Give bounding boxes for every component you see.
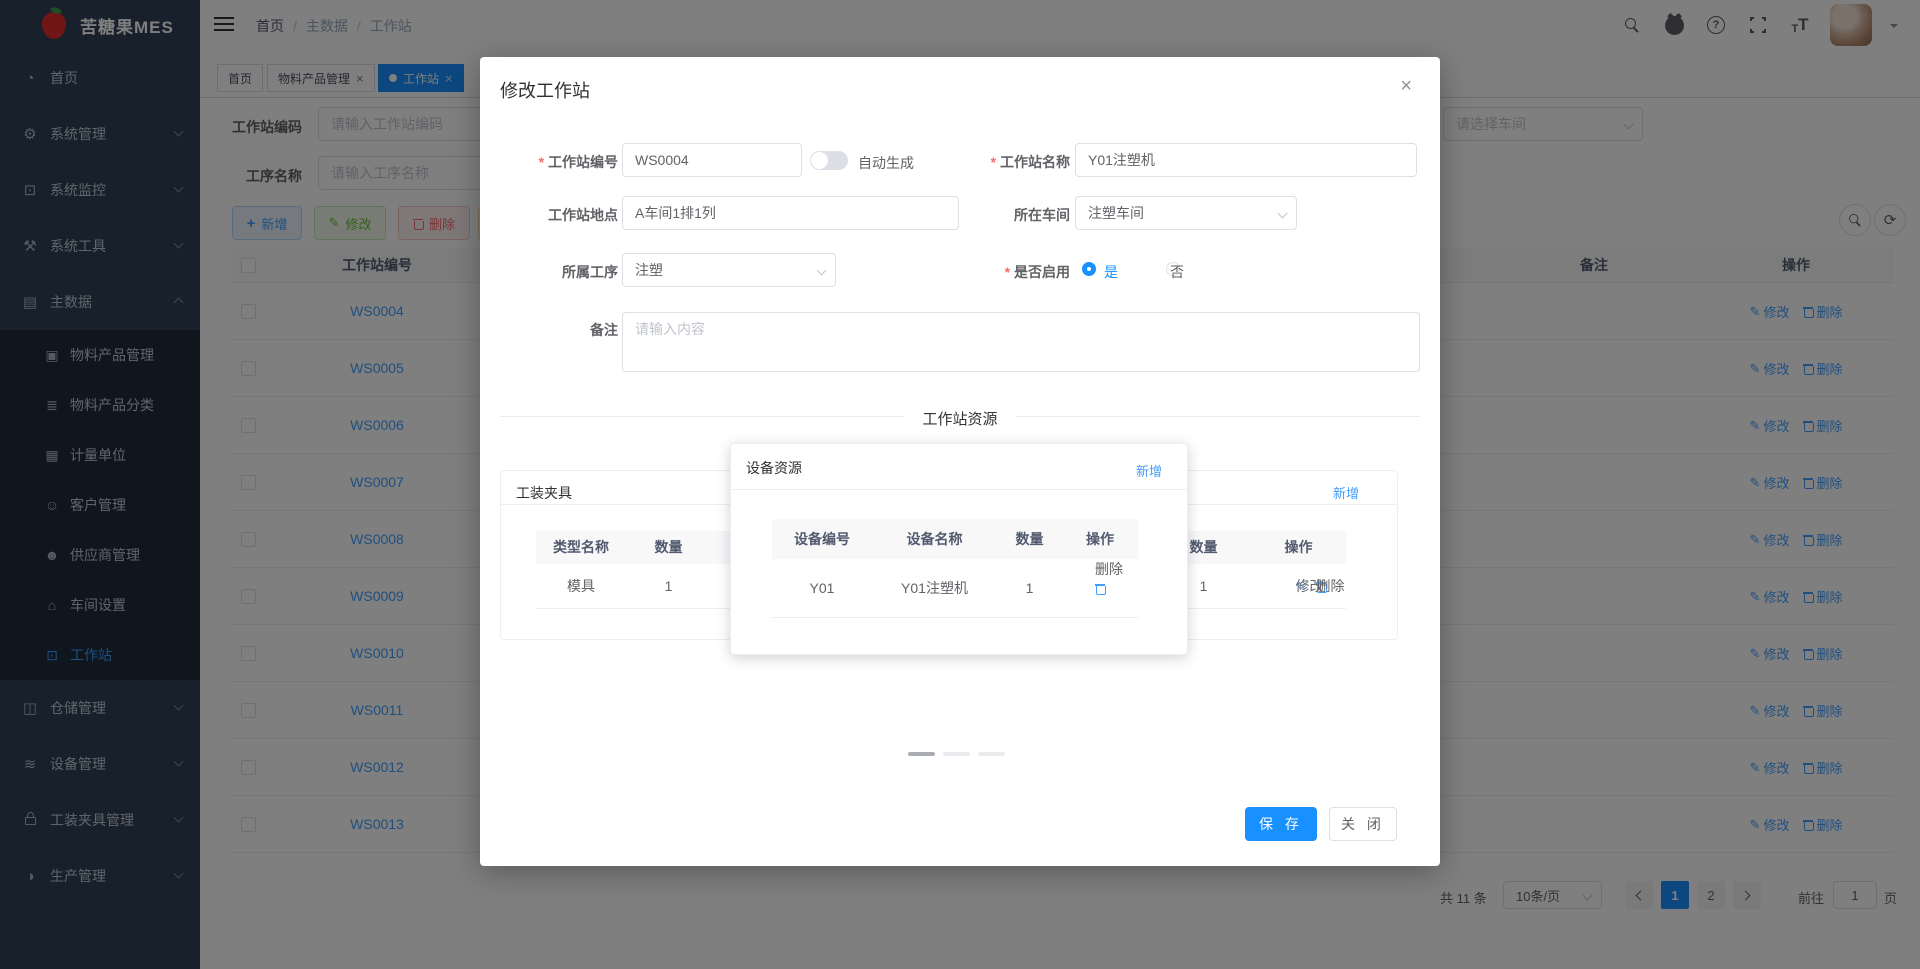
enable-yes-radio[interactable] bbox=[1082, 262, 1096, 276]
device-resource-panel: 设备资源 新增 设备编号 设备名称 数量 操作 Y01 Y01注塑机 1 删除 bbox=[730, 443, 1188, 655]
device-table-row: Y01 Y01注塑机 1 删除 bbox=[772, 559, 1138, 618]
auto-generate-label: 自动生成 bbox=[858, 155, 914, 171]
location-input[interactable] bbox=[622, 196, 959, 230]
close-icon[interactable] bbox=[1400, 75, 1412, 98]
col-device-name: 设备名称 bbox=[906, 531, 963, 547]
device-table-header: 设备编号 设备名称 数量 操作 bbox=[772, 519, 1138, 559]
enable-yes-label[interactable]: 是 bbox=[1104, 262, 1118, 282]
auto-generate-toggle[interactable] bbox=[810, 151, 848, 170]
carousel-indicator[interactable] bbox=[978, 752, 1005, 756]
code-label: 工作站编号 bbox=[500, 152, 618, 172]
device-delete-link[interactable]: 删除 bbox=[1095, 561, 1123, 595]
name-input[interactable] bbox=[1075, 143, 1417, 177]
process-select[interactable]: 注塑 bbox=[622, 253, 836, 287]
trash-icon bbox=[1095, 583, 1106, 595]
divider bbox=[731, 489, 1187, 490]
code-input[interactable] bbox=[622, 143, 802, 177]
save-button[interactable]: 保 存 bbox=[1245, 807, 1317, 841]
carousel-indicator-active[interactable] bbox=[908, 752, 935, 756]
device-qty-cell: 1 bbox=[1025, 580, 1034, 596]
edit-workstation-dialog: 修改工作站 工作站编号 自动生成 工作站名称 工作站地点 所在车间 注塑车间 所… bbox=[480, 57, 1440, 866]
right-edit-link[interactable]: 修改 bbox=[1296, 564, 1324, 609]
fixture-panel-title: 工装夹具 bbox=[516, 485, 572, 501]
col-qty: 数量 bbox=[654, 539, 683, 555]
section-title: 工作站资源 bbox=[904, 408, 1016, 429]
remark-textarea[interactable] bbox=[622, 312, 1420, 372]
screen: 苦糖果MES ◔ 首页 ⚙ 系统管理 ⊡ 系统监控 ⚒ 系统工具 ▤ 主数据 bbox=[0, 0, 1920, 969]
col-qty: 数量 bbox=[1015, 531, 1044, 547]
close-button[interactable]: 关 闭 bbox=[1329, 807, 1397, 841]
chevron-down-icon bbox=[1277, 208, 1288, 219]
device-name-cell: Y01注塑机 bbox=[901, 580, 968, 596]
process-label: 所属工序 bbox=[562, 264, 618, 280]
device-panel-title: 设备资源 bbox=[746, 460, 802, 476]
device-code-cell: Y01 bbox=[809, 580, 835, 596]
right-delete-link[interactable]: 删除 bbox=[1316, 578, 1344, 594]
workshop-label: 所在车间 bbox=[1014, 207, 1070, 223]
workshop-select[interactable]: 注塑车间 bbox=[1075, 196, 1297, 230]
enable-label: 是否启用 bbox=[940, 262, 1070, 282]
col-action: 操作 bbox=[1086, 531, 1114, 547]
col-action: 操作 bbox=[1284, 539, 1313, 555]
right-panel-add-link[interactable]: 新增 bbox=[1333, 483, 1359, 502]
dialog-title: 修改工作站 bbox=[500, 81, 590, 101]
device-panel-add-link[interactable]: 新增 bbox=[1136, 461, 1162, 480]
remark-label: 备注 bbox=[590, 322, 618, 338]
col-device-code: 设备编号 bbox=[794, 531, 850, 547]
location-label: 工作站地点 bbox=[548, 207, 618, 223]
name-label: 工作站名称 bbox=[940, 152, 1070, 172]
carousel-indicator[interactable] bbox=[943, 752, 970, 756]
col-type: 类型名称 bbox=[553, 539, 609, 555]
fixture-qty-cell: 1 bbox=[664, 578, 673, 594]
enable-no-label[interactable]: 否 bbox=[1170, 262, 1184, 282]
fixture-type-cell: 模具 bbox=[567, 578, 595, 594]
chevron-down-icon bbox=[816, 265, 827, 276]
